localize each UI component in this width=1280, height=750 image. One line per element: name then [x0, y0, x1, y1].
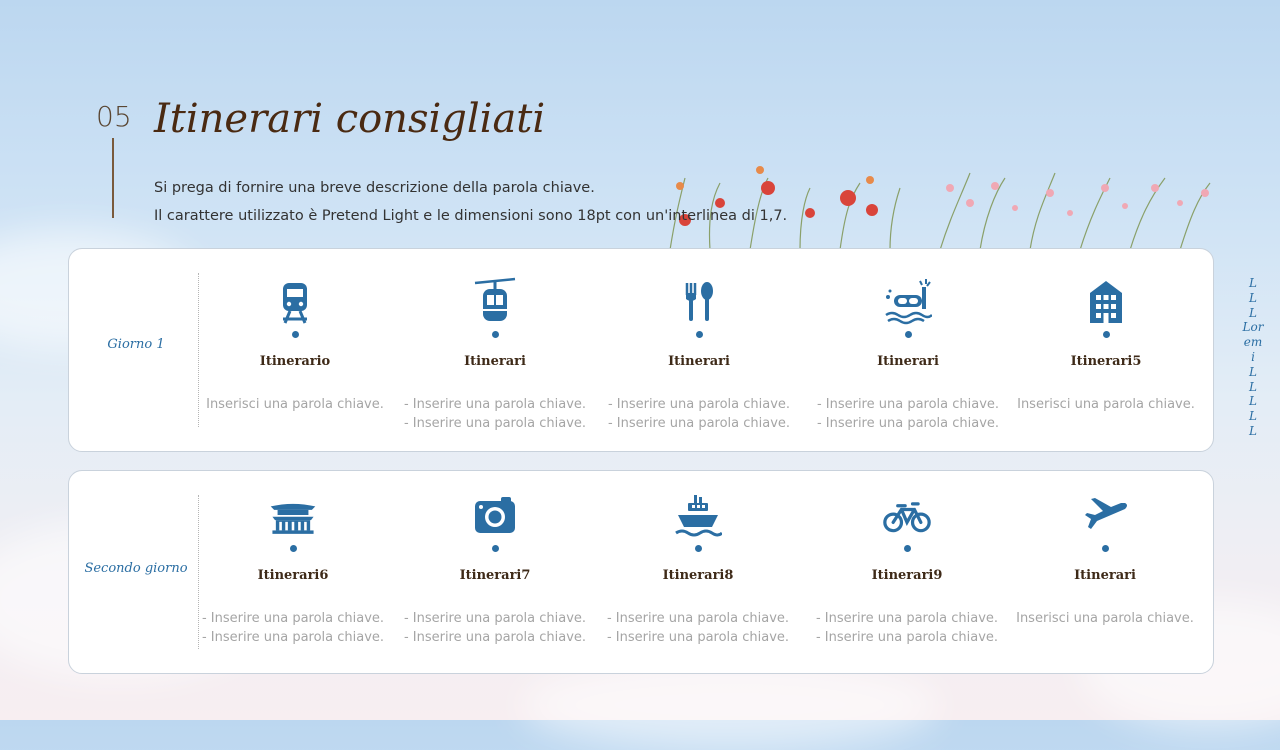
itinerary-name: Itinerario	[259, 354, 331, 369]
airplane-icon	[1005, 487, 1205, 539]
itinerary-name: Itinerari	[464, 354, 526, 369]
itinerary-description: Inserisci una parola chiave.	[1005, 609, 1205, 628]
timeline-dot	[291, 331, 299, 338]
side-text-line: L	[1249, 276, 1257, 290]
timeline-dot	[694, 545, 702, 552]
day-label: Secondo giorno	[84, 561, 188, 576]
side-text-line: L	[1249, 290, 1257, 305]
itinerary-name: Itinerari7	[459, 568, 531, 583]
snorkel-icon	[808, 273, 1008, 325]
itinerary-line: - Inserire una parola chiave.	[403, 397, 587, 412]
day-card: Secondo giorno Itinerari6 - Inserire una…	[68, 470, 1214, 674]
itinerary-line: Inserisci una parola chiave.	[1016, 611, 1194, 626]
itinerary-item: Itinerari5 Inserisci una parola chiave.	[1006, 273, 1206, 414]
itinerary-description: - Inserire una parola chiave. - Inserire…	[395, 609, 595, 647]
itinerary-description: Inserisci una parola chiave.	[195, 395, 395, 414]
side-text-line: L	[1249, 364, 1257, 379]
description-line: Il carattere utilizzato è Pretend Light …	[154, 208, 788, 224]
slide-number: 05	[96, 100, 132, 133]
side-text-line: L	[1249, 423, 1257, 438]
bicycle-icon	[807, 487, 1007, 539]
train-icon	[195, 273, 395, 325]
side-text-line: L	[1249, 305, 1257, 320]
timeline-dot	[903, 545, 911, 552]
day-card: Giorno 1 Itinerario Inserisci una parola…	[68, 248, 1214, 452]
fork-spoon-icon	[599, 273, 799, 325]
camera-icon	[395, 487, 595, 539]
itinerary-item: Itinerari - Inserire una parola chiave. …	[808, 273, 1008, 433]
side-text-line: L	[1249, 379, 1257, 394]
timeline-dot	[1101, 545, 1109, 552]
itinerary-item: Itinerari Inserisci una parola chiave.	[1005, 487, 1205, 628]
itinerary-line: - Inserire una parola chiave.	[607, 397, 791, 412]
timeline-dot	[1102, 331, 1110, 338]
itinerary-name: Itinerari9	[871, 568, 943, 583]
cable-car-icon	[395, 273, 595, 325]
itinerary-item: Itinerari - Inserire una parola chiave. …	[395, 273, 595, 433]
itinerary-line: - Inserire una parola chiave.	[815, 630, 999, 645]
itinerary-description: - Inserire una parola chiave. - Inserire…	[808, 395, 1008, 433]
itinerary-item: Itinerario Inserisci una parola chiave.	[195, 273, 395, 414]
itinerary-line: - Inserire una parola chiave.	[606, 611, 790, 626]
itinerary-item: Itinerari6 - Inserire una parola chiave.…	[193, 487, 393, 647]
side-text-line: L	[1249, 409, 1257, 424]
itinerary-name: Itinerari6	[257, 568, 329, 583]
itinerary-line: - Inserire una parola chiave.	[201, 611, 385, 626]
itinerary-item: Itinerari7 - Inserire una parola chiave.…	[395, 487, 595, 647]
title-divider	[112, 138, 114, 218]
itinerary-description: - Inserire una parola chiave. - Inserire…	[599, 395, 799, 433]
timeline-dot	[695, 331, 703, 338]
side-text-line: i	[1251, 349, 1255, 364]
side-text-line: em	[1243, 335, 1263, 350]
timeline-dot	[491, 331, 499, 338]
ship-icon	[598, 487, 798, 539]
side-vertical-text: L L L Lor em i L L L L L	[1236, 276, 1270, 439]
page-title: Itinerari consigliati	[154, 96, 546, 142]
itinerary-item: Itinerari - Inserire una parola chiave. …	[599, 273, 799, 433]
itinerary-line: - Inserire una parola chiave.	[403, 611, 587, 626]
itinerary-name: Itinerari	[1074, 568, 1136, 583]
itinerary-name: Itinerari5	[1070, 354, 1142, 369]
itinerary-description: Inserisci una parola chiave.	[1006, 395, 1206, 414]
timeline-dot	[289, 545, 297, 552]
itinerary-line: - Inserire una parola chiave.	[606, 630, 790, 645]
itinerary-line: - Inserire una parola chiave.	[201, 630, 385, 645]
itinerary-name: Itinerari	[668, 354, 730, 369]
itinerary-description: - Inserire una parola chiave. - Inserire…	[395, 395, 595, 433]
description-line: Si prega di fornire una breve descrizion…	[154, 180, 595, 196]
itinerary-description: - Inserire una parola chiave. - Inserire…	[193, 609, 393, 647]
temple-icon	[193, 487, 393, 539]
itinerary-line: - Inserire una parola chiave.	[815, 611, 999, 626]
itinerary-line: Inserisci una parola chiave.	[1017, 397, 1195, 412]
itinerary-name: Itinerari	[877, 354, 939, 369]
page-description: Si prega di fornire una breve descrizion…	[154, 174, 787, 230]
side-text-line: Lor	[1242, 320, 1264, 335]
itinerary-line: - Inserire una parola chiave.	[607, 416, 791, 431]
timeline-dot	[904, 331, 912, 338]
itinerary-item: Itinerari8 - Inserire una parola chiave.…	[598, 487, 798, 647]
itinerary-item: Itinerari9 - Inserire una parola chiave.…	[807, 487, 1007, 647]
itinerary-line: Inserisci una parola chiave.	[206, 397, 384, 412]
itinerary-line: - Inserire una parola chiave.	[816, 416, 1000, 431]
itinerary-name: Itinerari8	[662, 568, 734, 583]
timeline-dot	[491, 545, 499, 552]
itinerary-line: - Inserire una parola chiave.	[403, 416, 587, 431]
itinerary-description: - Inserire una parola chiave. - Inserire…	[598, 609, 798, 647]
itinerary-description: - Inserire una parola chiave. - Inserire…	[807, 609, 1007, 647]
itinerary-line: - Inserire una parola chiave.	[816, 397, 1000, 412]
building-icon	[1006, 273, 1206, 325]
day-label: Giorno 1	[107, 337, 165, 352]
side-text-line: L	[1249, 394, 1257, 409]
itinerary-line: - Inserire una parola chiave.	[403, 630, 587, 645]
